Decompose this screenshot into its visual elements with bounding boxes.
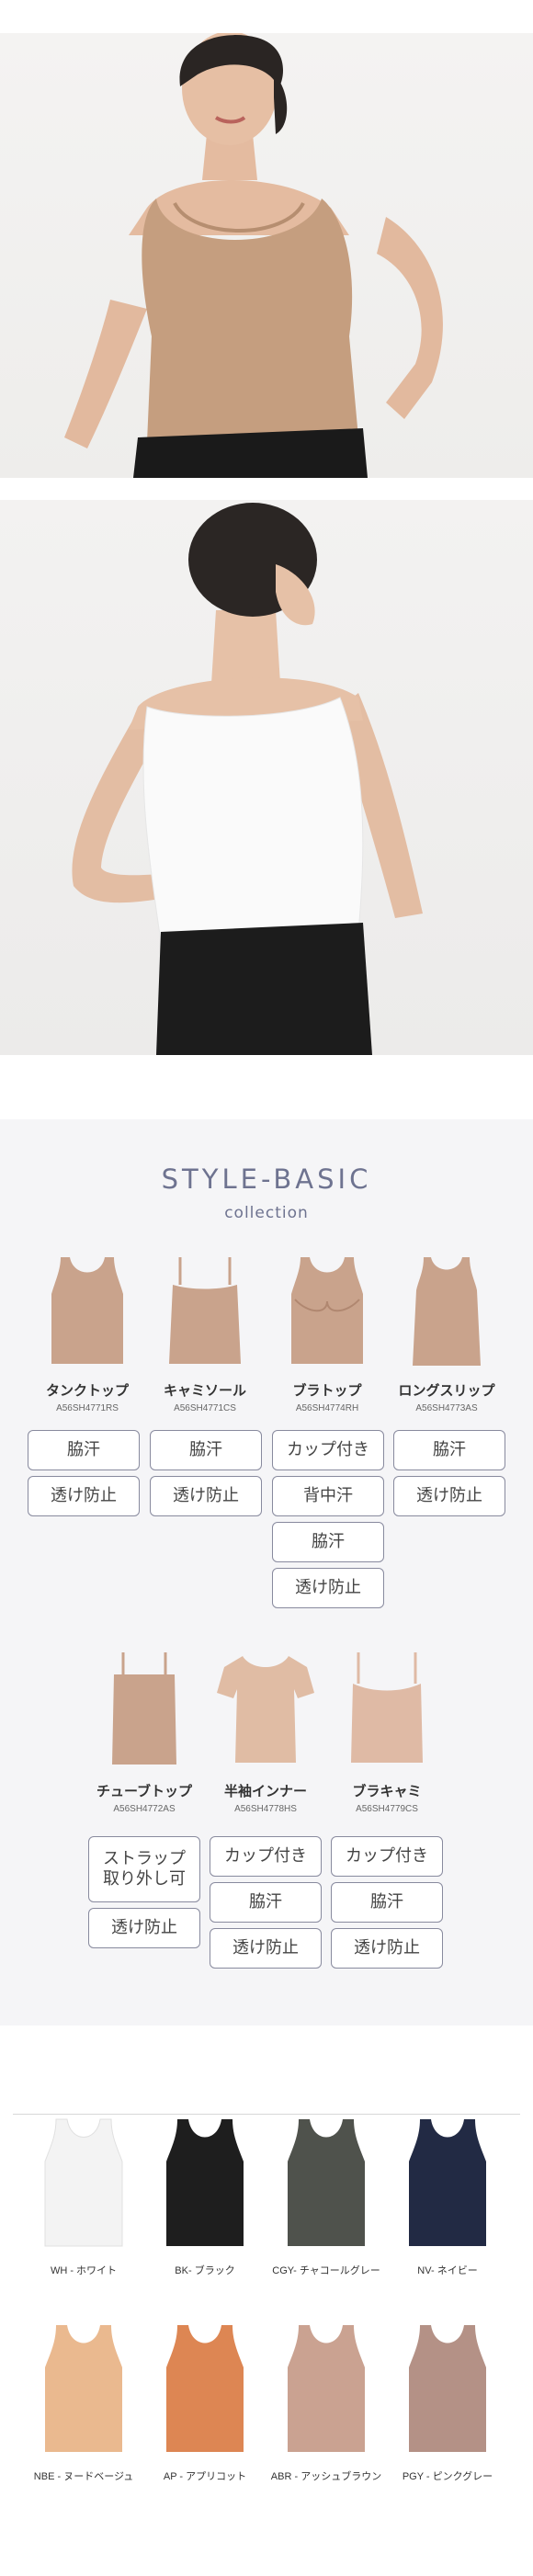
tag-see-through-prevention: 透け防止 (88, 1908, 200, 1948)
tank-top-ash-brown-icon (288, 2325, 365, 2452)
product-bra-top[interactable]: ブラトップ A56SH4774RH (267, 1254, 387, 1413)
front-model-photo (0, 33, 533, 478)
color-swatch-charcoal-gray[interactable]: CGY- チャコールグレー (266, 2116, 386, 2277)
color-swatch-ash-brown[interactable]: ABR - アッシュブラウン (266, 2321, 386, 2483)
product-tank-top[interactable]: タンクトップ A56SH4771RS (28, 1254, 147, 1413)
color-swatch-apricot[interactable]: AP - アプリコット (145, 2321, 265, 2483)
tank-top-pink-gray-icon (409, 2325, 486, 2452)
tag-with-cup: カップ付き (272, 1430, 384, 1470)
divider (13, 2114, 520, 2115)
tag-side-sweat: 脇汗 (272, 1522, 384, 1562)
back-model-photo (0, 500, 533, 1055)
tag-side-sweat: 脇汗 (210, 1882, 322, 1923)
tag-side-sweat: 脇汗 (331, 1882, 443, 1923)
color-swatch-pink-gray[interactable]: PGY - ピンクグレー (388, 2321, 507, 2483)
bra-camisole-icon (351, 1652, 423, 1763)
tag-see-through-prevention: 透け防止 (272, 1568, 384, 1608)
tag-see-through-prevention: 透け防止 (28, 1476, 140, 1516)
long-slip-icon (413, 1257, 481, 1366)
color-swatch-white[interactable]: WH - ホワイト (24, 2116, 143, 2277)
tag-side-sweat: 脇汗 (393, 1430, 505, 1470)
product-tube-top[interactable]: チューブトップ A56SH4772AS (85, 1649, 204, 1814)
tag-side-sweat: 脇汗 (28, 1430, 140, 1470)
tank-top-black-icon (166, 2119, 244, 2246)
collection-title: STYLE-BASIC (161, 1163, 372, 1195)
tag-see-through-prevention: 透け防止 (150, 1476, 262, 1516)
tag-removable-strap: ストラップ 取り外し可 (88, 1836, 200, 1902)
style-basic-section: STYLE-BASIC collection タンクトップ A56SH4771R… (0, 1119, 533, 2026)
bra-top-icon (291, 1257, 363, 1364)
product-bra-camisole[interactable]: ブラキャミ A56SH4779CS (327, 1649, 447, 1814)
color-swatch-navy[interactable]: NV- ネイビー (388, 2116, 507, 2277)
tag-with-cup: カップ付き (331, 1836, 443, 1877)
product-camisole[interactable]: キャミソール A56SH4771CS (145, 1254, 265, 1413)
product-long-slip[interactable]: ロングスリップ A56SH4773AS (387, 1254, 506, 1413)
color-swatch-nude-beige[interactable]: NBE - ヌードベージュ (24, 2321, 143, 2483)
tank-top-apricot-icon (166, 2325, 244, 2452)
tank-top-navy-icon (409, 2119, 486, 2246)
tag-see-through-prevention: 透け防止 (331, 1928, 443, 1969)
tank-top-icon (51, 1257, 123, 1364)
tank-top-nude-beige-icon (45, 2325, 122, 2452)
product-short-sleeve-inner[interactable]: 半袖インナー A56SH4778HS (206, 1649, 325, 1814)
tank-top-white-icon (44, 2118, 123, 2247)
camisole-icon (169, 1257, 241, 1364)
tube-top-icon (112, 1652, 176, 1765)
short-sleeve-inner-icon (217, 1656, 314, 1763)
tag-back-sweat: 背中汗 (272, 1476, 384, 1516)
tag-see-through-prevention: 透け防止 (393, 1476, 505, 1516)
tank-top-charcoal-icon (288, 2119, 365, 2246)
tag-see-through-prevention: 透け防止 (210, 1928, 322, 1969)
tag-with-cup: カップ付き (210, 1836, 322, 1877)
color-swatch-black[interactable]: BK- ブラック (145, 2116, 265, 2277)
collection-subtitle: collection (224, 1204, 309, 1222)
tag-side-sweat: 脇汗 (150, 1430, 262, 1470)
